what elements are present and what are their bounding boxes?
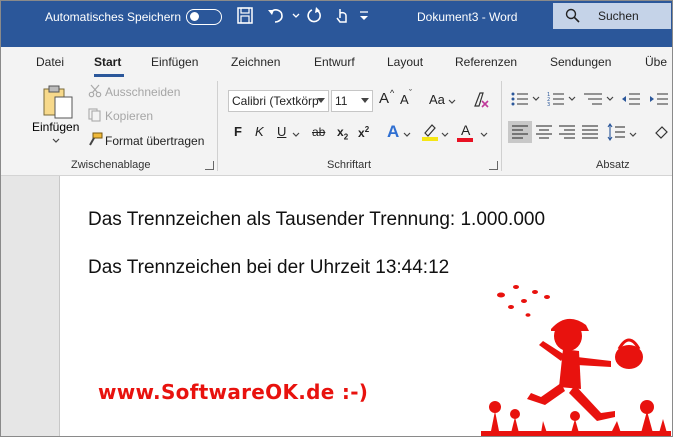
- underline-button[interactable]: U: [277, 124, 286, 139]
- numbering-icon[interactable]: 1 2 3: [547, 91, 565, 107]
- clipboard-group-label: Zwischenablage: [71, 159, 151, 171]
- font-group-label: Schriftart: [327, 159, 372, 171]
- align-left-icon: [512, 125, 528, 139]
- multilevel-dropdown-icon[interactable]: [605, 95, 615, 103]
- italic-button[interactable]: K: [255, 124, 264, 139]
- justify-icon[interactable]: [582, 125, 598, 139]
- highlight-dropdown-icon[interactable]: [440, 131, 450, 139]
- customize-toolbar-icon[interactable]: [353, 5, 375, 27]
- strikethrough-button[interactable]: ab: [312, 125, 325, 139]
- save-icon[interactable]: [234, 5, 256, 27]
- copy-icon: [88, 108, 101, 122]
- increase-indent-icon[interactable]: [649, 91, 669, 107]
- redo-icon[interactable]: [303, 5, 325, 27]
- line-spacing-icon[interactable]: [607, 123, 625, 141]
- cut-button[interactable]: Ausschneiden: [105, 85, 180, 99]
- multilevel-list-icon[interactable]: [583, 91, 603, 107]
- font-name-value: Calibri (Textkörp: [232, 94, 319, 108]
- underline-dropdown-icon[interactable]: [291, 131, 301, 139]
- align-center-icon[interactable]: [536, 125, 552, 139]
- title-bar: Automatisches Speichern Dokument3 - Word: [1, 1, 672, 47]
- tab-entwurf[interactable]: Entwurf: [314, 55, 355, 69]
- grow-font-arrow-icon: ^: [390, 88, 395, 98]
- watermark-text: www.SoftwareOK.de :-): [98, 380, 369, 404]
- bullets-dropdown-icon[interactable]: [531, 95, 541, 103]
- group-separator: [501, 81, 502, 171]
- format-painter-button[interactable]: Format übertragen: [105, 134, 204, 148]
- toggle-knob: [190, 12, 199, 21]
- document-line-1[interactable]: Das Trennzeichen als Tausender Trennung:…: [88, 209, 545, 231]
- subscript-mark: 2: [343, 132, 349, 142]
- superscript-letter: x: [358, 126, 365, 140]
- change-case-button[interactable]: Aa: [429, 92, 445, 107]
- autosave-label: Automatisches Speichern: [45, 10, 182, 24]
- paste-icon[interactable]: [41, 85, 75, 121]
- tab-datei[interactable]: Datei: [36, 55, 64, 69]
- tab-einfuegen[interactable]: Einfügen: [151, 55, 198, 69]
- autosave-toggle[interactable]: [186, 9, 222, 25]
- paste-label[interactable]: Einfügen: [32, 120, 79, 134]
- font-color-dropdown-icon[interactable]: [479, 131, 489, 139]
- format-painter-icon: [89, 132, 103, 146]
- shrink-font-button[interactable]: A: [400, 92, 409, 107]
- svg-text:3: 3: [547, 102, 550, 107]
- font-color-button[interactable]: A: [461, 122, 470, 138]
- change-case-dropdown-icon[interactable]: [447, 98, 457, 106]
- paragraph-group-label: Absatz: [596, 159, 630, 171]
- search-icon: [565, 8, 580, 23]
- tab-layout[interactable]: Layout: [387, 55, 423, 69]
- clipboard-launcher-icon[interactable]: [205, 161, 214, 170]
- group-separator: [217, 81, 218, 171]
- ribbon: Einfügen Ausschneiden Kopieren Format üb…: [1, 77, 672, 176]
- search-box[interactable]: Suchen: [553, 3, 671, 29]
- font-size-combo[interactable]: 11: [331, 90, 373, 112]
- search-label: Suchen: [598, 9, 639, 23]
- tab-start[interactable]: Start: [94, 55, 121, 69]
- numbering-dropdown-icon[interactable]: [567, 95, 577, 103]
- line-spacing-dropdown-icon[interactable]: [628, 131, 638, 139]
- font-size-value: 11: [335, 94, 348, 108]
- tab-sendungen[interactable]: Sendungen: [550, 55, 611, 69]
- subscript-letter: x: [337, 125, 344, 139]
- bold-button[interactable]: F: [234, 124, 242, 139]
- word-window: Automatisches Speichern Dokument3 - Word: [0, 0, 673, 437]
- align-right-icon[interactable]: [559, 125, 575, 139]
- copy-button[interactable]: Kopieren: [105, 109, 153, 123]
- tab-referenzen[interactable]: Referenzen: [455, 55, 517, 69]
- font-size-dropdown-icon[interactable]: [361, 98, 369, 103]
- document-line-2[interactable]: Das Trennzeichen bei der Uhrzeit 13:44:1…: [88, 257, 449, 279]
- subscript-button[interactable]: x2: [337, 125, 348, 141]
- shrink-font-arrow-icon: ˇ: [409, 88, 412, 98]
- clear-formatting-icon[interactable]: [471, 90, 491, 110]
- decrease-indent-icon[interactable]: [621, 91, 641, 107]
- shading-icon[interactable]: [653, 123, 671, 141]
- highlighter-icon[interactable]: [421, 122, 439, 142]
- mascot-illustration: [481, 285, 671, 436]
- grow-font-button[interactable]: A: [379, 90, 389, 107]
- scissors-icon: [88, 84, 102, 98]
- font-name-combo[interactable]: Calibri (Textkörp: [228, 90, 329, 112]
- document-title: Dokument3 - Word: [417, 10, 518, 24]
- text-effects-dropdown-icon[interactable]: [402, 131, 412, 139]
- text-effects-button[interactable]: A: [387, 122, 399, 142]
- font-color-swatch: [457, 138, 473, 142]
- align-left-button[interactable]: [508, 121, 532, 143]
- superscript-button[interactable]: x2: [358, 125, 369, 140]
- bullets-icon[interactable]: [511, 91, 529, 107]
- tab-ueberpruefen[interactable]: Übe: [645, 55, 667, 69]
- ribbon-tabs: Datei Start Einfügen Zeichnen Entwurf La…: [1, 47, 672, 77]
- tab-zeichnen[interactable]: Zeichnen: [231, 55, 280, 69]
- font-launcher-icon[interactable]: [489, 161, 498, 170]
- superscript-mark: 2: [364, 125, 370, 134]
- font-name-dropdown-icon[interactable]: [317, 98, 325, 103]
- paste-dropdown-icon[interactable]: [51, 137, 61, 145]
- touch-mode-icon[interactable]: [331, 5, 353, 27]
- undo-icon[interactable]: [265, 5, 287, 27]
